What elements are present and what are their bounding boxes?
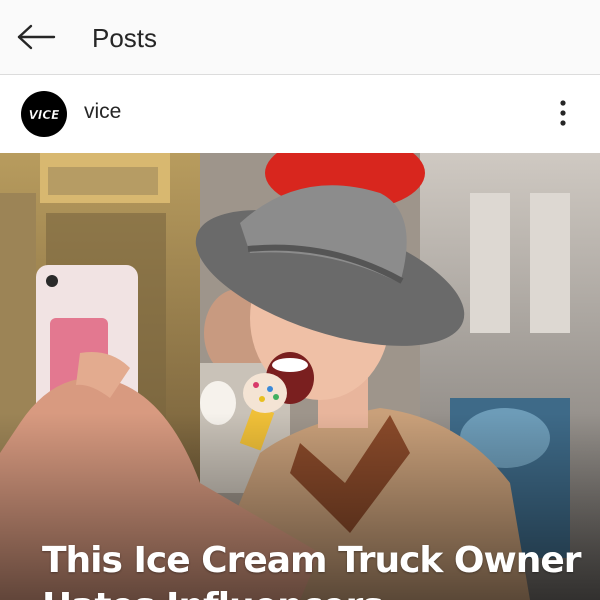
svg-text:VICE: VICE — [29, 108, 61, 122]
post-image-headline: This Ice Cream Truck Owner Hates Influen… — [42, 540, 582, 600]
post-photo — [0, 153, 600, 600]
back-button[interactable] — [14, 18, 58, 56]
post-header: VICE vice — [0, 75, 600, 153]
more-options-button[interactable] — [548, 95, 578, 131]
arrow-left-icon — [17, 24, 56, 50]
vice-logo-icon: VICE — [28, 108, 61, 122]
page-title: Posts — [92, 23, 158, 53]
more-vertical-icon — [560, 100, 566, 126]
post-username[interactable]: vice — [84, 99, 121, 125]
post-image[interactable]: This Ice Cream Truck Owner Hates Influen… — [0, 153, 600, 600]
avatar[interactable]: VICE — [21, 91, 67, 137]
top-bar: Posts — [0, 0, 600, 75]
